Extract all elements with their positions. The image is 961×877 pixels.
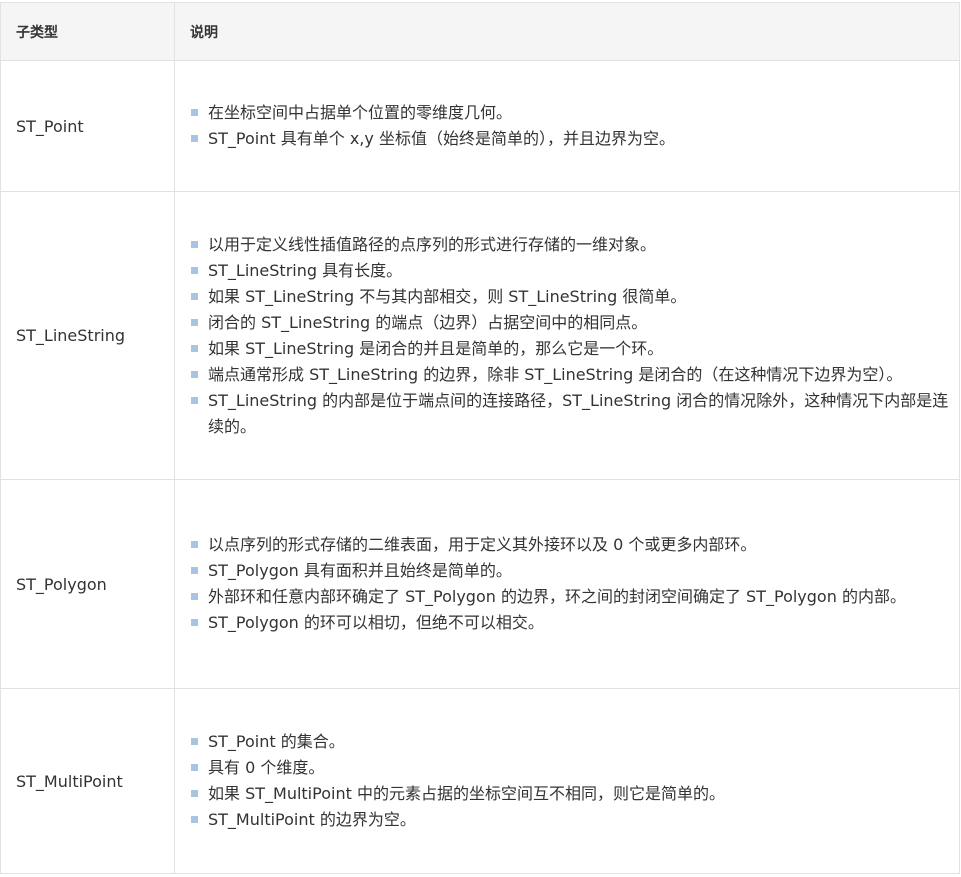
list-item-text: 具有 0 个维度。	[208, 758, 325, 777]
description-cell: 以用于定义线性插值路径的点序列的形式进行存储的一维对象。 ST_LineStri…	[174, 191, 960, 480]
list-item-text: 以点序列的形式存储的二维表面，用于定义其外接环以及 0 个或更多内部环。	[208, 535, 757, 554]
list-item-text: ST_LineString 具有长度。	[208, 260, 403, 280]
description-list: 以用于定义线性插值路径的点序列的形式进行存储的一维对象。 ST_LineStri…	[190, 232, 949, 440]
description-list: ST_Point 的集合。 具有 0 个维度。 如果 ST_MultiPoint…	[190, 729, 949, 833]
subtype-name: ST_Polygon	[0, 479, 175, 689]
table-header-row: 子类型 说明	[0, 2, 960, 61]
list-item: ST_Point 的集合。	[190, 729, 949, 755]
square-bullet-icon	[191, 738, 198, 745]
list-item-text: 以用于定义线性插值路径的点序列的形式进行存储的一维对象。	[208, 234, 657, 254]
description-cell: ST_Point 的集合。 具有 0 个维度。 如果 ST_MultiPoint…	[174, 688, 960, 874]
description-list: 在坐标空间中占据单个位置的零维度几何。 ST_Point 具有单个 x,y 坐标…	[190, 100, 949, 152]
list-item-text: ST_MultiPoint 的边界为空。	[208, 810, 416, 829]
square-bullet-icon	[191, 764, 198, 771]
header-description: 说明	[174, 2, 960, 61]
list-item-text: ST_Point 具有单个 x,y 坐标值（始终是简单的），并且边界为空。	[208, 129, 675, 148]
list-item-text: 如果 ST_LineString 是闭合的并且是简单的，那么它是一个环。	[208, 338, 664, 358]
subtype-name: ST_Point	[0, 60, 175, 192]
square-bullet-icon	[191, 619, 198, 626]
list-item-text: 外部环和任意内部环确定了 ST_Polygon 的边界，环之间的封闭空间确定了 …	[208, 587, 906, 606]
list-item: ST_Point 具有单个 x,y 坐标值（始终是简单的），并且边界为空。	[190, 126, 949, 152]
subtype-name: ST_LineString	[0, 191, 175, 480]
table-row: ST_LineString 以用于定义线性插值路径的点序列的形式进行存储的一维对…	[0, 191, 960, 480]
list-item: ST_Polygon 具有面积并且始终是简单的。	[190, 558, 949, 584]
square-bullet-icon	[191, 240, 198, 248]
list-item-text: ST_Point 的集合。	[208, 732, 345, 751]
square-bullet-icon	[191, 593, 198, 600]
list-item-text: 如果 ST_MultiPoint 中的元素占据的坐标空间互不相同，则它是简单的。	[208, 784, 725, 803]
list-item: ST_MultiPoint 的边界为空。	[190, 807, 949, 833]
list-item: 具有 0 个维度。	[190, 755, 949, 781]
list-item: ST_LineString 具有长度。	[190, 258, 949, 284]
list-item-text: 闭合的 ST_LineString 的端点（边界）占据空间中的相同点。	[208, 312, 648, 332]
square-bullet-icon	[191, 541, 198, 548]
square-bullet-icon	[191, 292, 198, 300]
square-bullet-icon	[191, 790, 198, 797]
list-item-text: 如果 ST_LineString 不与其内部相交，则 ST_LineString…	[208, 286, 687, 306]
description-cell: 在坐标空间中占据单个位置的零维度几何。 ST_Point 具有单个 x,y 坐标…	[174, 60, 960, 192]
table-row: ST_Polygon 以点序列的形式存储的二维表面，用于定义其外接环以及 0 个…	[0, 479, 960, 689]
list-item: 如果 ST_MultiPoint 中的元素占据的坐标空间互不相同，则它是简单的。	[190, 781, 949, 807]
square-bullet-icon	[191, 135, 198, 142]
list-item: 在坐标空间中占据单个位置的零维度几何。	[190, 100, 949, 126]
list-item-text: 端点通常形成 ST_LineString 的边界，除非 ST_LineStrin…	[208, 364, 903, 384]
square-bullet-icon	[191, 109, 198, 116]
list-item: ST_LineString 的内部是位于端点间的连接路径，ST_LineStri…	[190, 388, 949, 440]
table-row: ST_Point 在坐标空间中占据单个位置的零维度几何。 ST_Point 具有…	[0, 60, 960, 192]
square-bullet-icon	[191, 370, 198, 378]
list-item-text: 在坐标空间中占据单个位置的零维度几何。	[208, 103, 513, 122]
list-item-text: ST_Polygon 具有面积并且始终是简单的。	[208, 561, 512, 580]
list-item: 如果 ST_LineString 不与其内部相交，则 ST_LineString…	[190, 284, 949, 310]
subtype-name: ST_MultiPoint	[0, 688, 175, 874]
list-item: 以用于定义线性插值路径的点序列的形式进行存储的一维对象。	[190, 232, 949, 258]
list-item: 外部环和任意内部环确定了 ST_Polygon 的边界，环之间的封闭空间确定了 …	[190, 584, 949, 610]
list-item: ST_Polygon 的环可以相切，但绝不可以相交。	[190, 610, 949, 636]
square-bullet-icon	[191, 266, 198, 274]
list-item-text: ST_LineString 的内部是位于端点间的连接路径，ST_LineStri…	[208, 390, 949, 436]
table-row: ST_MultiPoint ST_Point 的集合。 具有 0 个维度。 如果…	[0, 688, 960, 874]
list-item: 端点通常形成 ST_LineString 的边界，除非 ST_LineStrin…	[190, 362, 949, 388]
square-bullet-icon	[191, 567, 198, 574]
header-subtype: 子类型	[0, 2, 175, 61]
square-bullet-icon	[191, 816, 198, 823]
square-bullet-icon	[191, 396, 198, 404]
square-bullet-icon	[191, 344, 198, 352]
list-item: 如果 ST_LineString 是闭合的并且是简单的，那么它是一个环。	[190, 336, 949, 362]
list-item: 以点序列的形式存储的二维表面，用于定义其外接环以及 0 个或更多内部环。	[190, 532, 949, 558]
description-list: 以点序列的形式存储的二维表面，用于定义其外接环以及 0 个或更多内部环。 ST_…	[190, 532, 949, 636]
subtype-table: 子类型 说明 ST_Point 在坐标空间中占据单个位置的零维度几何。 ST_P…	[0, 2, 960, 874]
description-cell: 以点序列的形式存储的二维表面，用于定义其外接环以及 0 个或更多内部环。 ST_…	[174, 479, 960, 689]
list-item-text: ST_Polygon 的环可以相切，但绝不可以相交。	[208, 613, 544, 632]
list-item: 闭合的 ST_LineString 的端点（边界）占据空间中的相同点。	[190, 310, 949, 336]
square-bullet-icon	[191, 318, 198, 326]
